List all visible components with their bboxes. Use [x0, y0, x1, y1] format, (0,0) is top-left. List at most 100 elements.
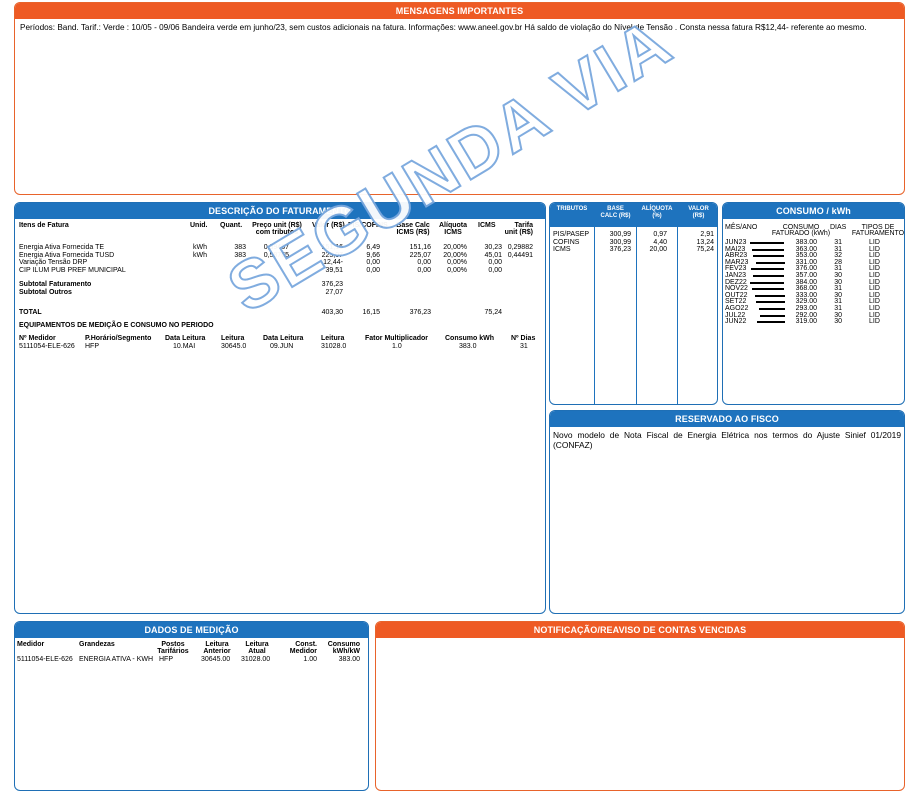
mensagens-title: MENSAGENS IMPORTANTES: [15, 3, 904, 19]
consumo-col-tipos2: FATURAMENTO: [851, 230, 905, 237]
consumo-bar: [755, 301, 785, 304]
equip-col-dias: Nº Dias: [511, 335, 536, 342]
medicao-col-leit-at2: Atual: [248, 648, 266, 655]
tributos-col-nome: TRIBUTOS: [556, 206, 588, 212]
consumo-bar: [751, 288, 785, 291]
col-aliq2: ICMS: [444, 229, 462, 236]
medicao-col-const2: Medidor: [289, 648, 317, 655]
equip-col-horario: P.Horário/Segmento: [85, 335, 152, 342]
equip-col-leitura2: Leitura: [321, 335, 345, 342]
medicao-col-grandezas: Grandezas: [79, 641, 115, 648]
equip-col-consumo: Consumo kWh: [445, 335, 494, 342]
consumo-bar: [759, 308, 786, 310]
consumo-panel: CONSUMO / kWh MÊS/ANO CONSUMO FATURADO (…: [722, 202, 905, 405]
equip-dias: 31: [520, 343, 528, 350]
fat-cell-base: 0,00: [417, 266, 431, 274]
consumo-bar: [753, 255, 785, 258]
tributo-cell-nome: ICMS: [553, 246, 571, 253]
consumo-bar: [752, 248, 785, 251]
fisco-title: RESERVADO AO FISCO: [550, 411, 904, 427]
fat-cell-valor: 39,51: [325, 266, 343, 274]
col-preco2: com tributos: [255, 229, 299, 236]
col-tarifa2: unit (R$): [504, 229, 533, 236]
fat-cell-quant: 383: [234, 251, 246, 259]
fat-cell-item: CIP ILUM PUB PREF MUNICIPAL: [19, 266, 126, 274]
consumo-bar: [750, 268, 785, 271]
fat-cell-preco: 0,58765: [263, 251, 289, 259]
consumo-col-mes: MÊS/ANO: [725, 224, 758, 231]
notificacao-title: NOTIFICAÇÃO/REAVISO DE CONTAS VENCIDAS: [376, 622, 904, 638]
medicao-title: DADOS DE MEDIÇÃO: [15, 622, 368, 638]
consumo-cell-dias: 30: [834, 318, 842, 326]
equip-consumo: 383.0: [459, 343, 477, 350]
consumo-bar: [755, 294, 785, 297]
equip-horario: HFP: [85, 343, 99, 350]
medicao-postos: HFP: [159, 656, 173, 663]
medicao-medidor: 5111054-ELE-626: [17, 656, 73, 663]
tributo-cell-base: 376,23: [609, 246, 631, 253]
medicao-panel: DADOS DE MEDIÇÃO Medidor Grandezas Posto…: [14, 621, 369, 791]
medicao-col-consumo2: kWh/kW: [332, 648, 360, 655]
equip-col-data2: Data Leitura: [263, 335, 304, 342]
equip-fator: 1.0: [392, 343, 402, 350]
total-icms: 75,24: [484, 309, 502, 316]
mensagens-panel: MENSAGENS IMPORTANTES Períodos: Band. Ta…: [14, 2, 905, 195]
tributos-col-base: BASE: [607, 206, 624, 212]
consumo-col-kwh2: FATURADO (kWh): [771, 230, 831, 237]
consumo-bar: [756, 321, 785, 324]
consumo-col-dias: DIAS: [830, 224, 847, 231]
equip-title: EQUIPAMENTOS DE MEDIÇÃO E CONSUMO NO PER…: [19, 322, 214, 329]
equip-col-data1: Data Leitura: [165, 335, 206, 342]
medicao-const: 1.00: [303, 656, 317, 663]
mensagens-text: Períodos: Band. Tarif.: Verde : 10/05 - …: [20, 23, 867, 32]
total-label: TOTAL: [19, 309, 42, 316]
medicao-consumo: 383.00: [338, 656, 360, 663]
consumo-bar: [752, 275, 785, 277]
equip-col-medidor: Nº Medidor: [19, 335, 56, 342]
tributos-col-base2: CALC (R$): [600, 213, 631, 219]
col-valor: Valor (R$): [312, 222, 345, 229]
col-unid: Unid.: [190, 222, 208, 229]
consumo-title: CONSUMO / kWh: [723, 203, 904, 219]
consumo-cell-mes: JUN22: [725, 318, 747, 326]
fisco-panel: RESERVADO AO FISCO Novo modelo de Nota F…: [549, 410, 905, 614]
tributos-col-aliq: ALÍQUOTA: [641, 206, 673, 212]
medicao-col-leit-ant2: Anterior: [203, 648, 231, 655]
tributos-col-aliq2: (%): [652, 213, 662, 219]
fat-cell-icms: 0,00: [488, 266, 502, 274]
medicao-leit-ant: 30645.00: [201, 656, 231, 663]
notificacao-panel: NOTIFICAÇÃO/REAVISO DE CONTAS VENCIDAS: [375, 621, 905, 791]
equip-leitura1: 30645.0: [221, 343, 247, 350]
consumo-cell-tipo: LID: [869, 318, 880, 326]
subtotal-fat-label: Subtotal Faturamento: [19, 281, 92, 288]
medicao-grandezas: ENERGIA ATIVA - KWH: [79, 656, 154, 663]
consumo-bar: [750, 242, 784, 244]
col-quant: Quant.: [220, 222, 243, 229]
subtotal-out-value: 27,07: [325, 289, 343, 296]
equip-medidor: 5111054-ELE-626: [19, 343, 75, 350]
col-itens: Itens de Fatura: [19, 222, 69, 229]
tributos-col-valor: VALOR: [688, 206, 709, 212]
medicao-leit-at: 31028.00: [241, 656, 271, 663]
tributos-col-valor2: (R$): [692, 213, 705, 219]
faturamento-title: DESCRIÇÃO DO FATURAMENTO: [15, 203, 545, 219]
equip-col-fator: Fator Multiplicador: [365, 335, 428, 342]
equip-data1: 10.MAI: [173, 343, 196, 350]
consumo-bar: [755, 261, 785, 264]
tributo-cell-aliq: 20,00: [649, 246, 667, 253]
equip-leitura2: 31028.0: [321, 343, 347, 350]
equip-data2: 09.JUN: [270, 343, 294, 350]
faturamento-panel: DESCRIÇÃO DO FATURAMENTO Itens de Fatura…: [14, 202, 546, 614]
consumo-bar: [759, 314, 786, 317]
fat-cell-pis: 0,00: [366, 266, 380, 274]
total-base: 376,23: [409, 309, 431, 316]
fat-cell-unid: kWh: [193, 251, 207, 259]
total-pis: 16,15: [362, 309, 380, 316]
fisco-text: Novo modelo de Nota Fiscal de Energia El…: [553, 430, 901, 450]
medicao-col-postos2: Tarifários: [157, 648, 189, 655]
consumo-cell-kwh: 319.00: [795, 318, 817, 326]
equip-col-leitura1: Leitura: [221, 335, 245, 342]
subtotal-out-label: Subtotal Outros: [19, 289, 72, 296]
col-pis: PIS/COFINS: [348, 222, 388, 229]
consumo-bar: [750, 281, 784, 284]
